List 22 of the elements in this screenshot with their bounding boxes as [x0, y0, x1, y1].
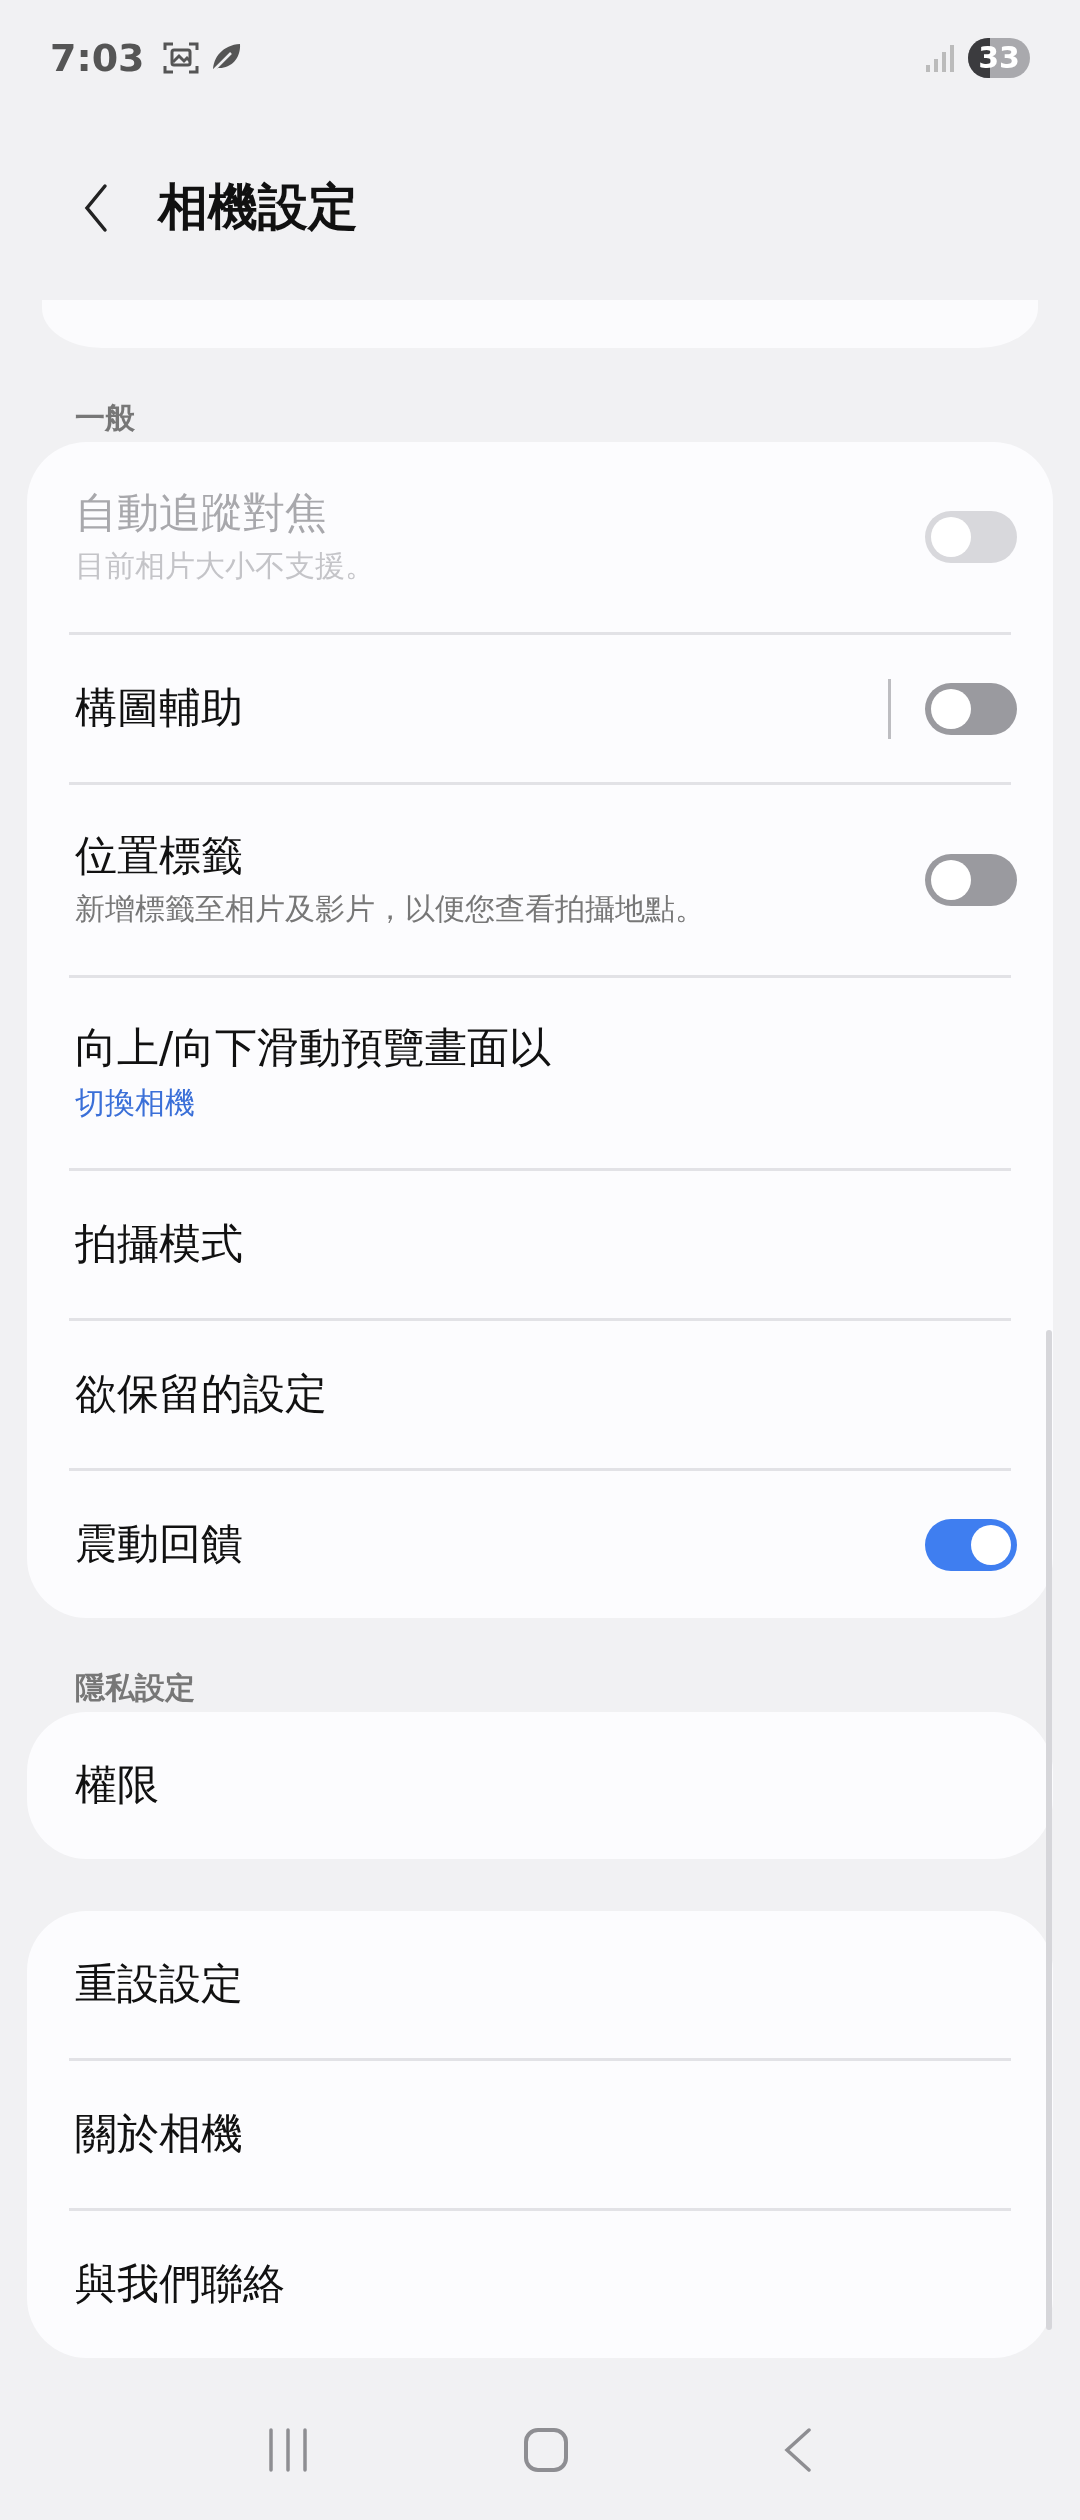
toggle-switch[interactable] — [925, 682, 1017, 735]
setting-title: 與我們聯絡 — [75, 2258, 286, 2311]
setting-title: 拍攝模式 — [75, 1218, 244, 1271]
setting-title: 位置標籤 — [75, 830, 244, 883]
setting-title: 震動回饋 — [75, 1518, 244, 1571]
toggle-switch[interactable] — [925, 854, 1017, 906]
setting-title: 關於相機 — [75, 2108, 244, 2161]
setting-title: 欲保留的設定 — [75, 1368, 328, 1421]
setting-value: 切換相機 — [75, 1083, 196, 1122]
setting-summary: 新增標籤至相片及影片，以便您查看拍攝地點。 — [75, 889, 706, 928]
setting-title: 權限 — [75, 1759, 160, 1812]
setting-title: 重設設定 — [75, 1958, 244, 2011]
setting-title: 自動追蹤對焦 — [75, 487, 328, 540]
toggle-switch[interactable] — [925, 1518, 1017, 1571]
section-header: 隱私設定 — [74, 1669, 196, 1707]
section-header: 一般 — [74, 399, 136, 437]
clock: 7:03 — [50, 35, 145, 80]
setting-summary: 目前相片大小不支援。 — [75, 546, 376, 585]
setting-title: 向上/向下滑動預覽畫面以 — [75, 1022, 553, 1075]
setting-title: 構圖輔助 — [75, 682, 244, 735]
signal-icon — [924, 42, 954, 73]
page-title: 相機設定 — [158, 177, 358, 238]
